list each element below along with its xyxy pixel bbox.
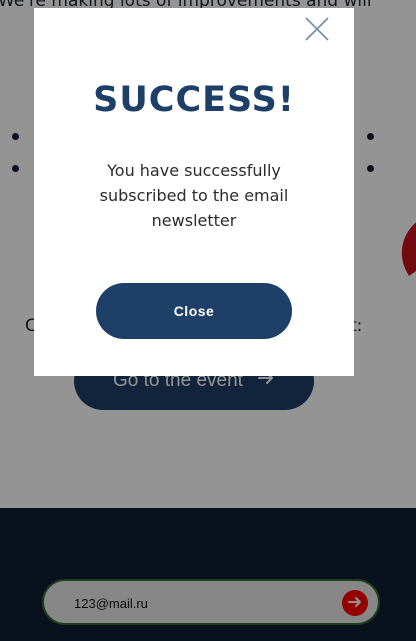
close-button[interactable]: Close (96, 283, 292, 339)
success-modal: SUCCESS! You have successfully subscribe… (34, 8, 354, 376)
close-icon[interactable] (304, 16, 330, 42)
modal-title: SUCCESS! (93, 80, 295, 120)
modal-message: You have successfully subscribed to the … (99, 161, 289, 230)
